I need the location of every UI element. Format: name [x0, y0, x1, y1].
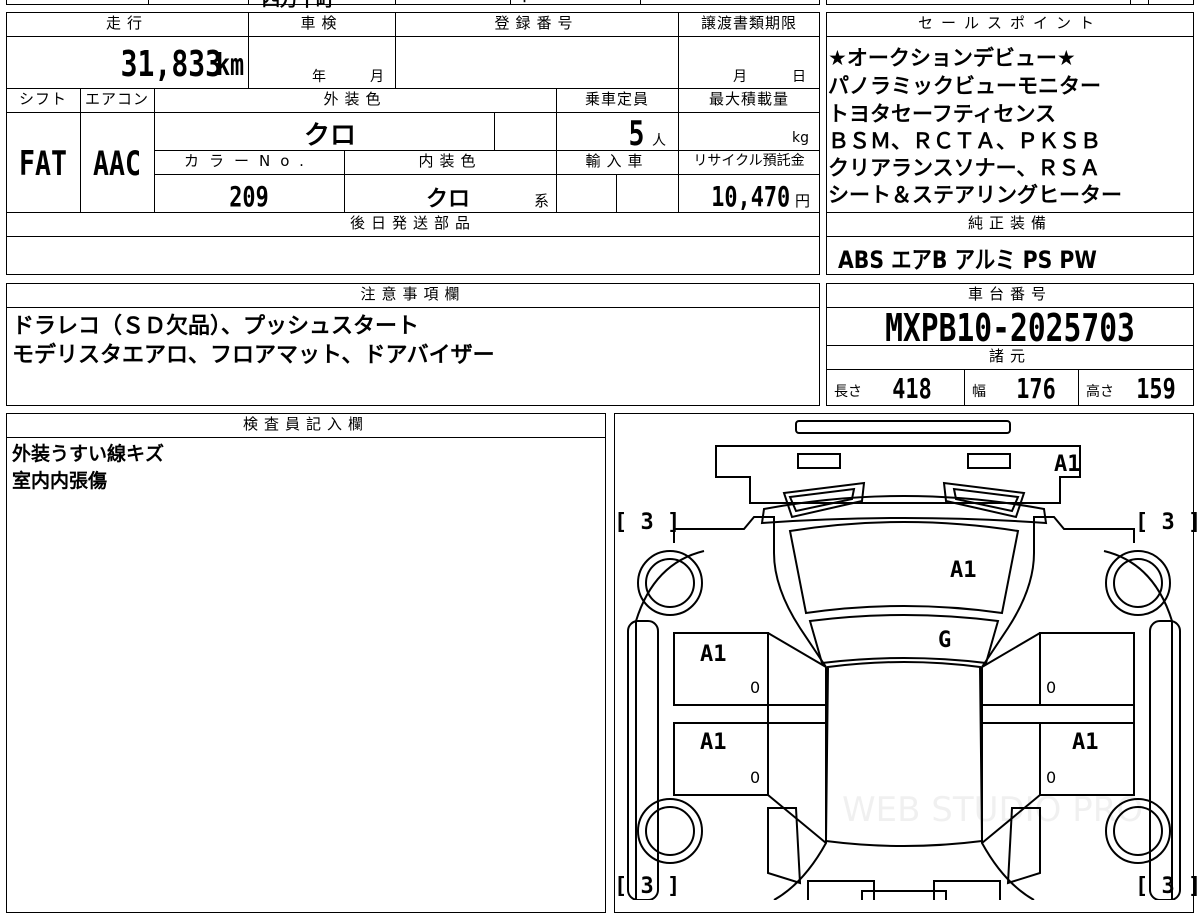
capacity-value: 5	[628, 114, 644, 154]
damage-mark-glass: G	[938, 628, 952, 653]
inspector-note: 外装うすい線キズ	[12, 443, 165, 465]
sales-point-item: ＢＳＭ、ＲＣＴＡ、ＰＫＳＢ	[828, 129, 1101, 153]
notes-line: モデリスタエアロ、フロアマット、ドアバイザー	[12, 343, 495, 368]
zero-mark: 0	[750, 678, 761, 697]
load-unit: kg	[792, 130, 809, 146]
recycle-fee-yen: 円	[795, 192, 811, 210]
header-aircon: エアコン	[84, 90, 149, 108]
header-inspector: 検査員記入欄	[242, 415, 369, 433]
spec-width-label: 幅	[972, 384, 986, 400]
capacity-unit: 人	[652, 133, 666, 149]
header-interior-color: 内装色	[418, 152, 482, 170]
zero-mark: 0	[1046, 678, 1057, 697]
color-no-value: 209	[229, 180, 269, 213]
genuine-equipment-value: ABS エアB アルミ PS PW	[838, 246, 1097, 274]
inspection-month-unit: 月	[370, 69, 384, 85]
mileage-unit: km	[215, 48, 244, 83]
header-registration: 登録番号	[494, 14, 579, 32]
top-strip	[6, 0, 820, 5]
header-chassis-no: 車台番号	[967, 285, 1052, 303]
inspector-note: 室内内張傷	[12, 470, 108, 492]
spec-height-label: 高さ	[1086, 384, 1114, 400]
header-shift: シフト	[18, 90, 67, 108]
inspection-year-unit: 年	[312, 69, 326, 85]
deadline-day-unit: 日	[792, 69, 806, 85]
top-fragment-mark: ㅣ	[518, 0, 531, 6]
mileage-value: 31,833	[120, 44, 222, 85]
aircon-value: AAC	[93, 144, 141, 184]
sales-point-item: ★オークションデビュー★	[828, 46, 1076, 70]
header-sales-points: セールスポイント	[917, 14, 1102, 32]
top-strip-right	[826, 0, 1194, 5]
header-transfer-deadline: 譲渡書類期限	[700, 14, 797, 32]
zero-mark: 0	[750, 768, 761, 787]
header-notes: 注意事項欄	[360, 285, 466, 303]
shift-value: FAT	[19, 144, 67, 184]
tire-tread-front-right: [ 3 ]	[1135, 874, 1200, 899]
tire-tread-rear-left: [ 3 ]	[614, 510, 681, 535]
header-genuine-equipment: 純正装備	[967, 214, 1052, 232]
sales-point-item: パノラミックビューモニター	[828, 74, 1101, 98]
header-max-load: 最大積載量	[708, 90, 789, 108]
chassis-no-value: MXPB10-2025703	[885, 306, 1135, 350]
notes-line: ドラレコ（ＳＤ欠品）、プッシュスタート	[12, 314, 420, 339]
top-fragment-text: 四万十町	[262, 0, 334, 11]
recycle-fee-value: 10,470	[711, 180, 790, 213]
header-capacity: 乗車定員	[584, 90, 649, 108]
damage-mark-roof: A1	[950, 558, 977, 583]
tire-tread-front-left: [ 3 ]	[614, 874, 681, 899]
interior-color-value: クロ	[426, 187, 471, 212]
sales-point-item: クリアランスソナー、ＲＳＡ	[828, 156, 1101, 180]
spec-width-value: 176	[1016, 372, 1056, 405]
damage-mark-left-rear-door: A1	[700, 730, 727, 755]
zero-mark: 0	[1046, 768, 1057, 787]
spec-length-value: 418	[892, 372, 932, 405]
exterior-color-value: クロ	[304, 121, 357, 151]
header-inspection: 車検	[300, 14, 343, 32]
interior-suffix: 系	[534, 192, 550, 210]
spec-height-value: 159	[1136, 372, 1176, 405]
header-import: 輸入車	[585, 152, 649, 170]
header-exterior-color: 外装色	[323, 90, 387, 108]
header-later-parts: 後日発送部品	[349, 214, 476, 232]
damage-mark-rear: A1	[1054, 452, 1081, 477]
header-recycle-fee: リサイクル預託金	[693, 153, 805, 169]
header-color-no: カラーNo.	[184, 152, 314, 170]
header-specs: 諸元	[988, 347, 1031, 365]
sales-point-item: シート＆ステアリングヒーター	[828, 183, 1122, 207]
deadline-month-unit: 月	[733, 69, 747, 85]
tire-tread-rear-right: [ 3 ]	[1135, 510, 1200, 535]
damage-mark-right-rear-door: A1	[1072, 730, 1099, 755]
spec-length-label: 長さ	[834, 384, 862, 400]
header-mileage: 走行	[105, 14, 148, 32]
damage-mark-left-front-door: A1	[700, 642, 727, 667]
sales-point-item: トヨタセーフティセンス	[828, 102, 1057, 126]
watermark: WEB STUDIO PRO	[842, 790, 1144, 830]
